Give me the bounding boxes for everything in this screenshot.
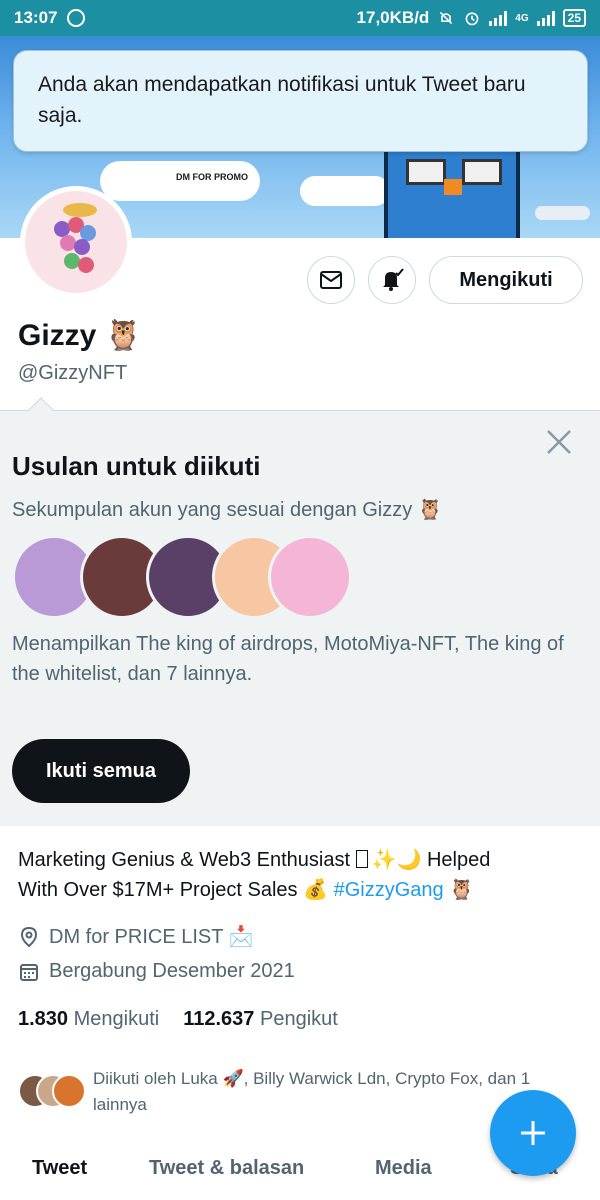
suggested-avatars[interactable] bbox=[12, 535, 352, 619]
suggestions-subtitle: Sekumpulan akun yang sesuai dengan Gizzy… bbox=[12, 499, 443, 521]
avatar-image bbox=[25, 191, 127, 293]
calendar-icon bbox=[18, 961, 40, 983]
bio-line2: With Over $17M+ Project Sales 💰 bbox=[18, 879, 334, 901]
signal-icon-2 bbox=[536, 10, 555, 26]
tab-tweet-replies[interactable]: Tweet & balasan bbox=[149, 1157, 304, 1180]
followers-count[interactable]: 112.637 Pengikut bbox=[183, 1008, 338, 1031]
whatsapp-icon bbox=[67, 9, 86, 27]
status-time: 13:07 bbox=[14, 8, 58, 27]
owl-eye bbox=[406, 159, 446, 185]
mute-icon bbox=[440, 11, 453, 25]
compose-tweet-button[interactable] bbox=[490, 1090, 576, 1176]
joined-text: Bergabung Desember 2021 bbox=[49, 960, 295, 982]
location-text: DM for PRICE LIST 📩 bbox=[49, 926, 254, 948]
plane-illustration bbox=[535, 206, 590, 220]
alarm-icon bbox=[465, 12, 479, 26]
owl-eye bbox=[462, 159, 502, 185]
panel-notch bbox=[28, 397, 54, 423]
toast-message: Anda akan mendapatkan notifikasi untuk T… bbox=[38, 73, 526, 127]
mail-icon bbox=[320, 271, 342, 289]
follow-all-button[interactable]: Ikuti semua bbox=[12, 739, 190, 803]
battery-icon: 25 bbox=[562, 9, 586, 27]
mini-avatar bbox=[52, 1074, 86, 1108]
followed-by-avatars bbox=[18, 1074, 90, 1110]
following-count[interactable]: 1.830 Mengikuti bbox=[18, 1008, 159, 1031]
missing-glyph-icon bbox=[355, 850, 368, 868]
status-bar: 13:07 17,0KB/d 4G 25 bbox=[0, 0, 600, 36]
bell-check-icon bbox=[383, 268, 404, 291]
following-button[interactable]: Mengikuti bbox=[429, 256, 583, 304]
tab-tweet[interactable]: Tweet bbox=[32, 1157, 87, 1180]
bio-line1: Marketing Genius & Web3 Enthusiast bbox=[18, 849, 356, 871]
cloud-shape bbox=[300, 176, 390, 206]
suggestions-title: Usulan untuk diikuti bbox=[12, 451, 261, 481]
joined-row: Bergabung Desember 2021 bbox=[18, 960, 295, 983]
network-speed: 17,0KB/d bbox=[356, 8, 430, 27]
avatar-figure bbox=[46, 207, 106, 277]
profile-name: Gizzy 🦉 bbox=[18, 318, 142, 353]
network-type: 4G bbox=[515, 12, 529, 24]
plus-icon bbox=[521, 1121, 545, 1145]
suggestions-panel: Usulan untuk diikuti Sekumpulan akun yan… bbox=[0, 397, 600, 826]
profile-avatar[interactable] bbox=[20, 186, 132, 298]
profile-bio: Marketing Genius & Web3 Enthusiast ✨🌙 He… bbox=[18, 845, 578, 905]
suggestions-description: Menampilkan The king of airdrops, MotoMi… bbox=[12, 633, 564, 685]
bio-line1-emojis: ✨🌙 Helped bbox=[371, 849, 491, 871]
suggested-avatar[interactable] bbox=[268, 535, 352, 619]
banner-promo-text: DM FOR PROMO bbox=[172, 171, 252, 183]
message-button[interactable] bbox=[307, 256, 355, 304]
owl-beak bbox=[444, 179, 462, 195]
owl-emoji-icon: 🦉 bbox=[104, 319, 143, 352]
bio-end-emoji: 🦉 bbox=[443, 879, 475, 901]
status-right: 17,0KB/d 4G 25 bbox=[357, 8, 586, 28]
profile-handle: @GizzyNFT bbox=[18, 362, 128, 384]
location-row: DM for PRICE LIST 📩 bbox=[18, 924, 254, 949]
notification-bell-button[interactable] bbox=[368, 256, 416, 304]
owl-illustration bbox=[384, 141, 520, 238]
notification-toast[interactable]: Anda akan mendapatkan notifikasi untuk T… bbox=[13, 50, 588, 152]
signal-icon bbox=[489, 10, 508, 26]
tab-media[interactable]: Media bbox=[375, 1157, 432, 1180]
close-icon[interactable] bbox=[544, 427, 574, 457]
display-name: Gizzy bbox=[18, 319, 97, 352]
location-pin-icon bbox=[18, 926, 40, 948]
follow-counts: 1.830 Mengikuti 112.637 Pengikut bbox=[18, 1008, 338, 1031]
bio-hashtag[interactable]: #GizzyGang bbox=[334, 879, 444, 901]
